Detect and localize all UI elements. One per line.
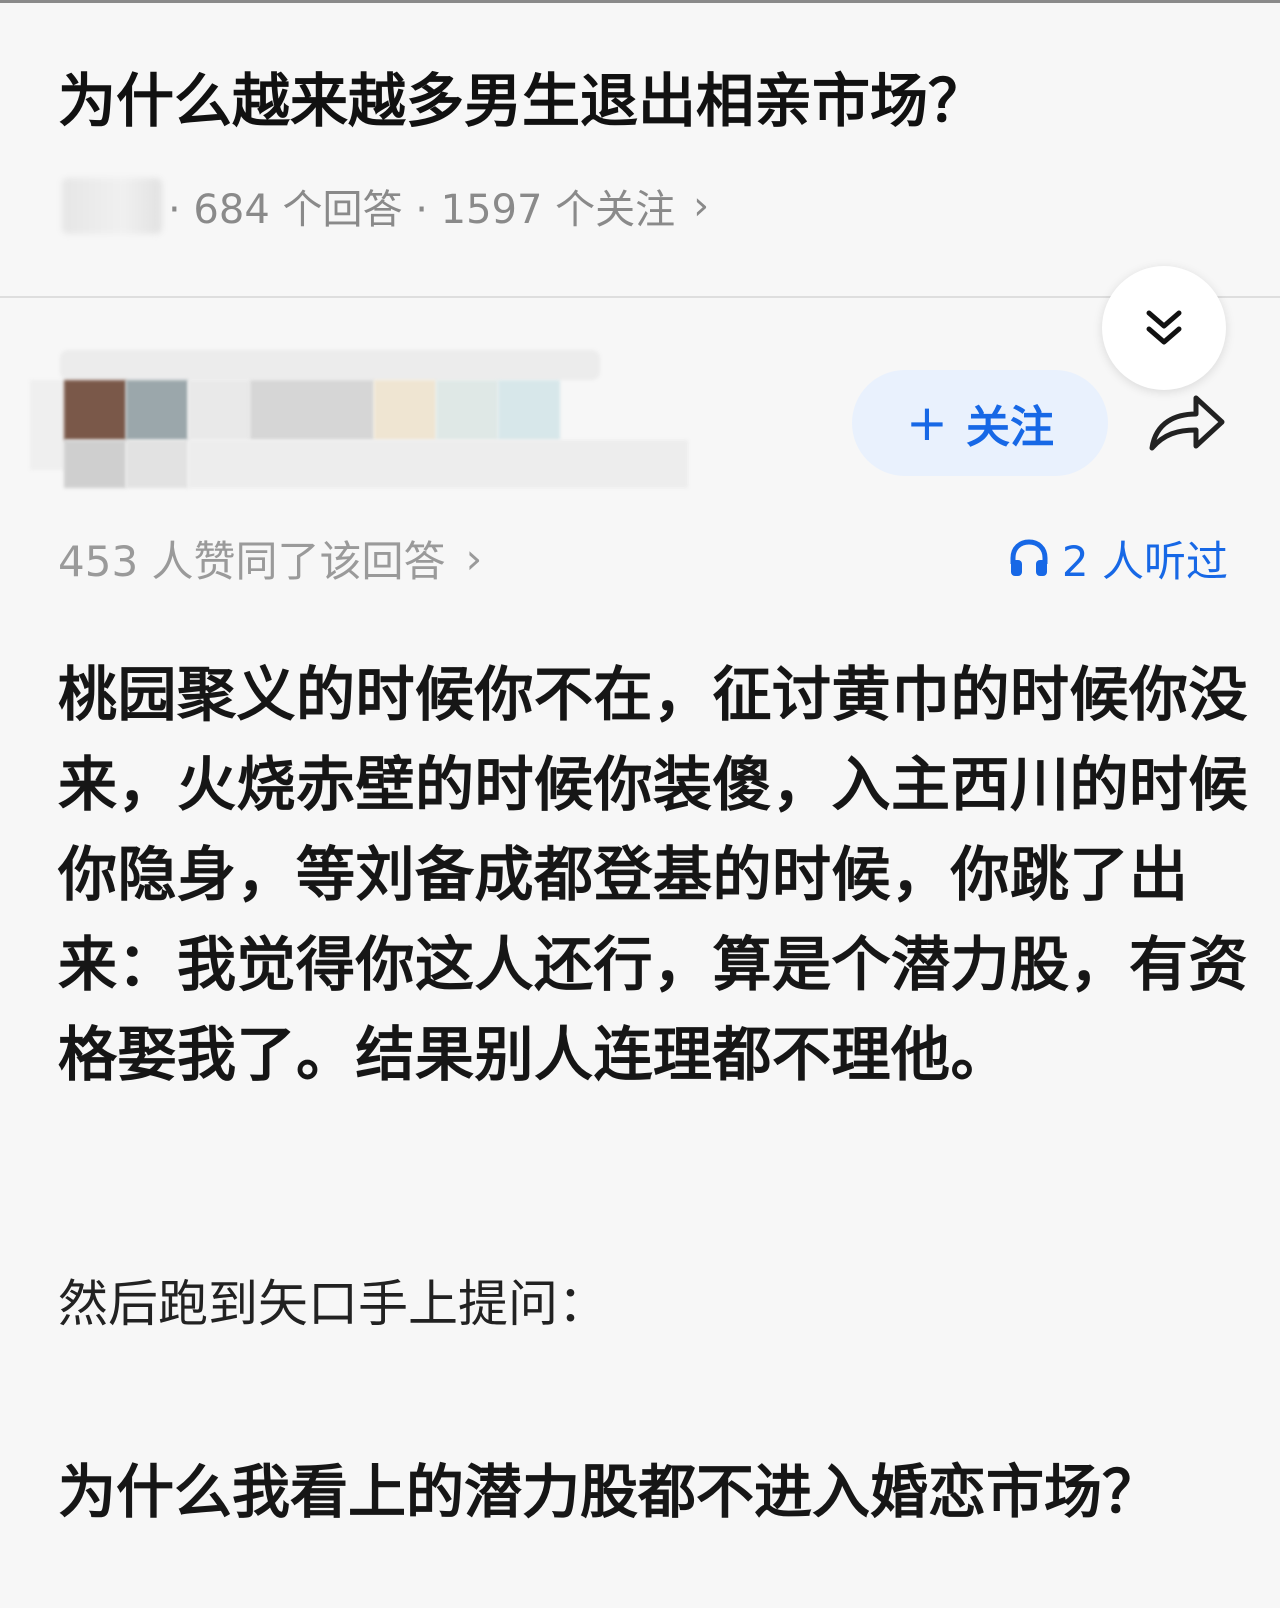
- mosaic-block: [374, 380, 436, 440]
- question-title[interactable]: 为什么越来越多男生退出相亲市场？: [58, 62, 1238, 140]
- mosaic-block: [498, 380, 560, 440]
- listened-count[interactable]: 2 人听过: [1008, 530, 1228, 586]
- share-arrow-icon[interactable]: [1146, 388, 1228, 458]
- answer-body: 桃园聚义的时候你不在，征讨黄巾的时候你没来，火烧赤壁的时候你装傻，入主西川的时候…: [58, 660, 1249, 1089]
- blurred-topic-avatar: [62, 178, 162, 234]
- answer-followup-line: 然后跑到矢口手上提问：: [58, 1275, 608, 1333]
- top-rule: [0, 0, 1280, 3]
- listened-text: 2 人听过: [1061, 536, 1228, 586]
- mosaic-block: [30, 380, 66, 470]
- mosaic-block: [188, 380, 250, 440]
- blurred-author-info[interactable]: [30, 350, 710, 500]
- mosaic-block: [436, 380, 498, 440]
- mosaic-block: [126, 380, 188, 440]
- likes-count-text: 453 人赞同了该回答: [58, 536, 446, 586]
- question-meta-counts: · 684 个回答 · 1597 个关注: [168, 187, 676, 233]
- section-divider: [0, 296, 1280, 298]
- mosaic-block: [60, 350, 600, 380]
- chevron-right-icon: ›: [693, 183, 710, 229]
- plus-icon: +: [906, 394, 948, 452]
- mosaic-block: [250, 380, 374, 440]
- follow-label: 关注: [965, 402, 1054, 453]
- quoted-question: 为什么我看上的潜力股都不进入婚恋市场？: [58, 1458, 1161, 1526]
- mosaic-block: [188, 440, 688, 488]
- mosaic-block: [64, 440, 126, 488]
- mosaic-block: [126, 440, 188, 488]
- question-meta[interactable]: · 684 个回答 · 1597 个关注 ›: [62, 176, 709, 236]
- chevron-right-icon: ›: [465, 533, 483, 583]
- likes-summary[interactable]: 453 人赞同了该回答 ›: [58, 530, 482, 586]
- headphones-icon: [1010, 539, 1048, 576]
- follow-button[interactable]: + 关注: [852, 370, 1108, 476]
- double-chevron-down-icon: [1146, 310, 1182, 345]
- collapse-button[interactable]: [1102, 266, 1226, 390]
- mosaic-block: [64, 380, 126, 440]
